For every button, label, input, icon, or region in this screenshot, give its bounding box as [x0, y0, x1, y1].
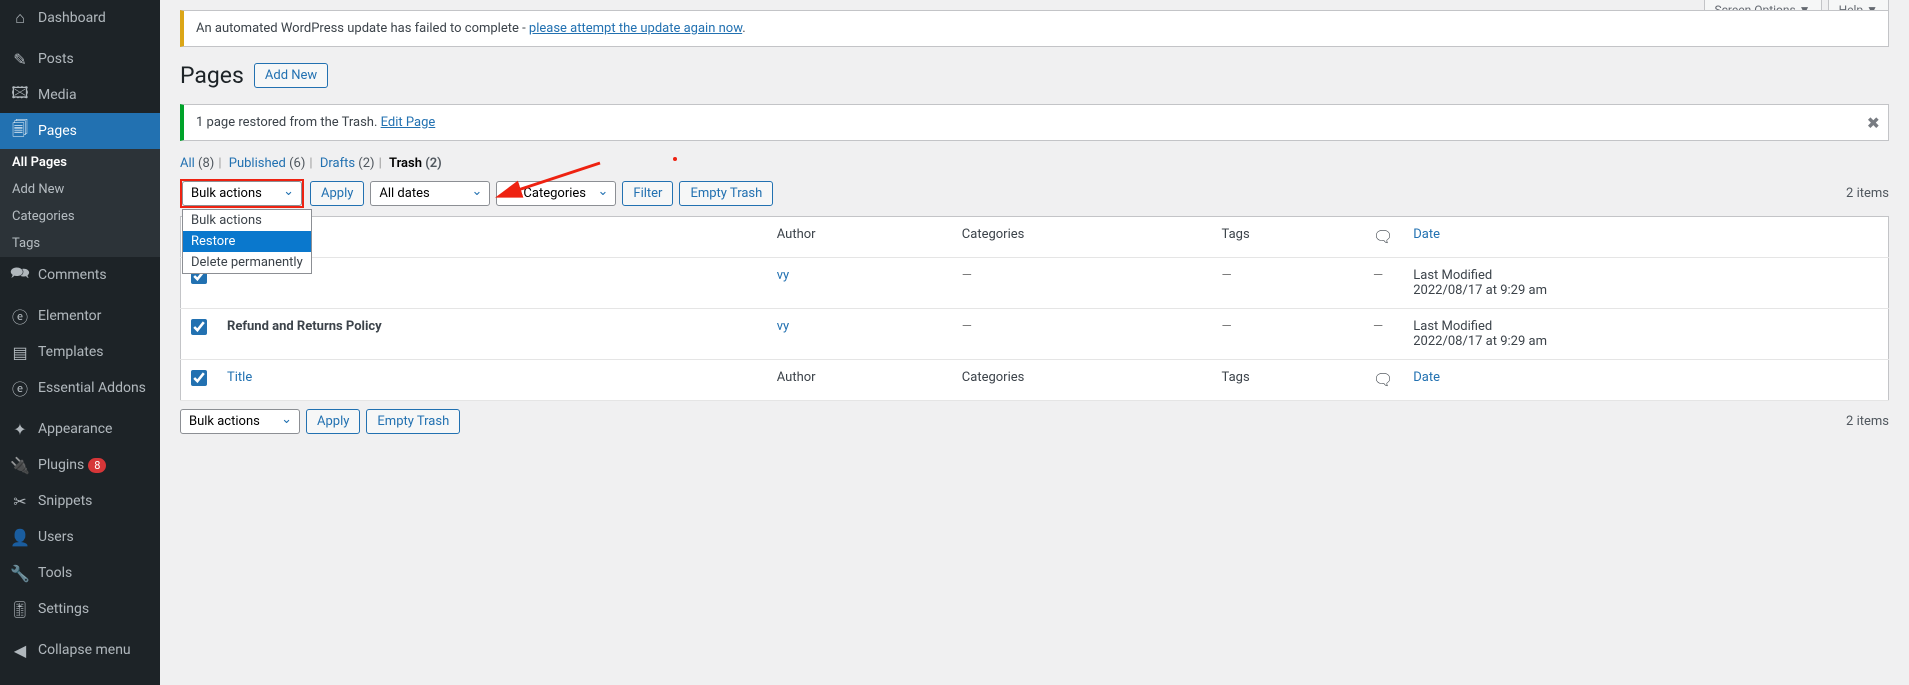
sidebar-item-collapse[interactable]: ◀Collapse menu — [0, 632, 160, 668]
plug-icon: 🔌 — [10, 455, 30, 475]
sidebar-item-posts[interactable]: ✎Posts — [0, 41, 160, 77]
author-link[interactable]: vy — [777, 319, 789, 334]
empty-trash-button-bottom[interactable]: Empty Trash — [366, 409, 460, 434]
add-new-page-button[interactable]: Add New — [254, 63, 328, 88]
col-date-foot[interactable]: Date — [1403, 360, 1888, 401]
col-date[interactable]: Date — [1403, 217, 1888, 258]
comment-icon: 🗪 — [10, 265, 30, 285]
sidebar-item-essential-addons[interactable]: ⓔEssential Addons — [0, 370, 160, 406]
templates-icon: ▤ — [10, 342, 30, 362]
collapse-icon: ◀ — [10, 640, 30, 660]
plugins-update-badge: 8 — [88, 458, 106, 473]
sidebar-item-templates[interactable]: ▤Templates — [0, 334, 160, 370]
apply-bulk-action-button-top[interactable]: Apply — [310, 181, 364, 206]
sidebar-item-comments[interactable]: 🗪Comments — [0, 257, 160, 293]
bulk-option-restore[interactable]: Restore — [183, 231, 311, 252]
col-author: Author — [767, 217, 952, 258]
col-title-foot[interactable]: Title — [217, 360, 767, 401]
dismiss-notice-button[interactable]: ✖ — [1867, 113, 1880, 132]
table-row: Refund and Returns Policy vy — — — Last … — [181, 309, 1889, 360]
category-filter-select[interactable]: All Categories — [496, 181, 616, 206]
empty-trash-button-top[interactable]: Empty Trash — [679, 181, 773, 206]
filter-published-link[interactable]: Published (6) — [229, 156, 306, 171]
edit-restored-page-link[interactable]: Edit Page — [381, 115, 436, 130]
bulk-option-delete-permanently[interactable]: Delete permanently — [183, 252, 311, 273]
comments-col-icon: 🗨 — [1373, 370, 1393, 389]
ea-icon: ⓔ — [10, 378, 30, 398]
update-failed-notice: An automated WordPress update has failed… — [180, 10, 1889, 47]
main-content: Screen Options ▼ Help ▼ An automated Wor… — [160, 0, 1909, 685]
wrench-icon: 🔧 — [10, 563, 30, 583]
sidebar-item-dashboard[interactable]: ⌂Dashboard — [0, 0, 160, 36]
items-count-bottom: 2 items — [1846, 414, 1889, 429]
table-row: vy — — — Last Modified2022/08/17 at 9:29… — [181, 258, 1889, 309]
pages-table: Title Author Categories Tags 🗨 Date vy —… — [180, 216, 1889, 401]
author-link[interactable]: vy — [777, 268, 789, 283]
apply-bulk-action-button-bottom[interactable]: Apply — [306, 409, 360, 434]
pin-icon: ✎ — [10, 49, 30, 69]
sidebar-subitem-tags[interactable]: Tags — [0, 230, 160, 257]
date-filter-select[interactable]: All dates — [370, 181, 490, 206]
sidebar-item-snippets[interactable]: ✂Snippets — [0, 483, 160, 519]
elementor-icon: ⓔ — [10, 306, 30, 326]
user-icon: 👤 — [10, 527, 30, 547]
brush-icon: ✦ — [10, 419, 30, 439]
admin-sidebar: ⌂Dashboard ✎Posts 🖾Media 🗐Pages All Page… — [0, 0, 160, 685]
sidebar-subitem-all-pages[interactable]: All Pages — [0, 149, 160, 176]
bulk-actions-select-bottom[interactable]: Bulk actions — [180, 409, 300, 434]
sidebar-item-elementor[interactable]: ⓔElementor — [0, 298, 160, 334]
bulk-actions-dropdown: Bulk actions Restore Delete permanently — [182, 209, 312, 274]
sidebar-item-appearance[interactable]: ✦Appearance — [0, 411, 160, 447]
filter-all-link[interactable]: All (8) — [180, 156, 214, 171]
annotation-highlight-box: Bulk actions Bulk actions Restore Delete… — [180, 179, 304, 208]
bulk-actions-select-top[interactable]: Bulk actions — [182, 181, 302, 206]
sidebar-item-tools[interactable]: 🔧Tools — [0, 555, 160, 591]
settings-icon: 🎚 — [10, 599, 30, 619]
comments-col-icon: 🗨 — [1373, 227, 1393, 246]
sidebar-submenu-pages: All Pages Add New Categories Tags — [0, 149, 160, 257]
sidebar-item-settings[interactable]: 🎚Settings — [0, 591, 160, 627]
filter-trash-link[interactable]: Trash (2) — [389, 156, 442, 171]
page-icon: 🗐 — [10, 121, 30, 141]
retry-update-link[interactable]: please attempt the update again now — [529, 21, 742, 36]
sidebar-item-users[interactable]: 👤Users — [0, 519, 160, 555]
row-title[interactable]: Refund and Returns Policy — [227, 319, 382, 334]
row-checkbox[interactable] — [191, 319, 207, 335]
page-title: Pages — [180, 62, 244, 89]
sidebar-item-pages[interactable]: 🗐Pages — [0, 113, 160, 149]
sidebar-subitem-categories[interactable]: Categories — [0, 203, 160, 230]
restored-notice: 1 page restored from the Trash. Edit Pag… — [180, 104, 1889, 141]
filter-drafts-link[interactable]: Drafts (2) — [320, 156, 375, 171]
filter-button[interactable]: Filter — [622, 181, 673, 206]
col-tags: Tags — [1212, 217, 1363, 258]
col-categories: Categories — [952, 217, 1212, 258]
dashboard-icon: ⌂ — [10, 8, 30, 28]
media-icon: 🖾 — [10, 85, 30, 105]
items-count-top: 2 items — [1846, 186, 1889, 201]
select-all-checkbox-bottom[interactable] — [191, 370, 207, 386]
snippets-icon: ✂ — [10, 491, 30, 511]
status-filter-links: All (8)| Published (6)| Drafts (2)| Tras… — [180, 156, 1889, 171]
bulk-option-default[interactable]: Bulk actions — [183, 210, 311, 231]
sidebar-item-plugins[interactable]: 🔌Plugins8 — [0, 447, 160, 483]
sidebar-item-media[interactable]: 🖾Media — [0, 77, 160, 113]
sidebar-subitem-add-new[interactable]: Add New — [0, 176, 160, 203]
